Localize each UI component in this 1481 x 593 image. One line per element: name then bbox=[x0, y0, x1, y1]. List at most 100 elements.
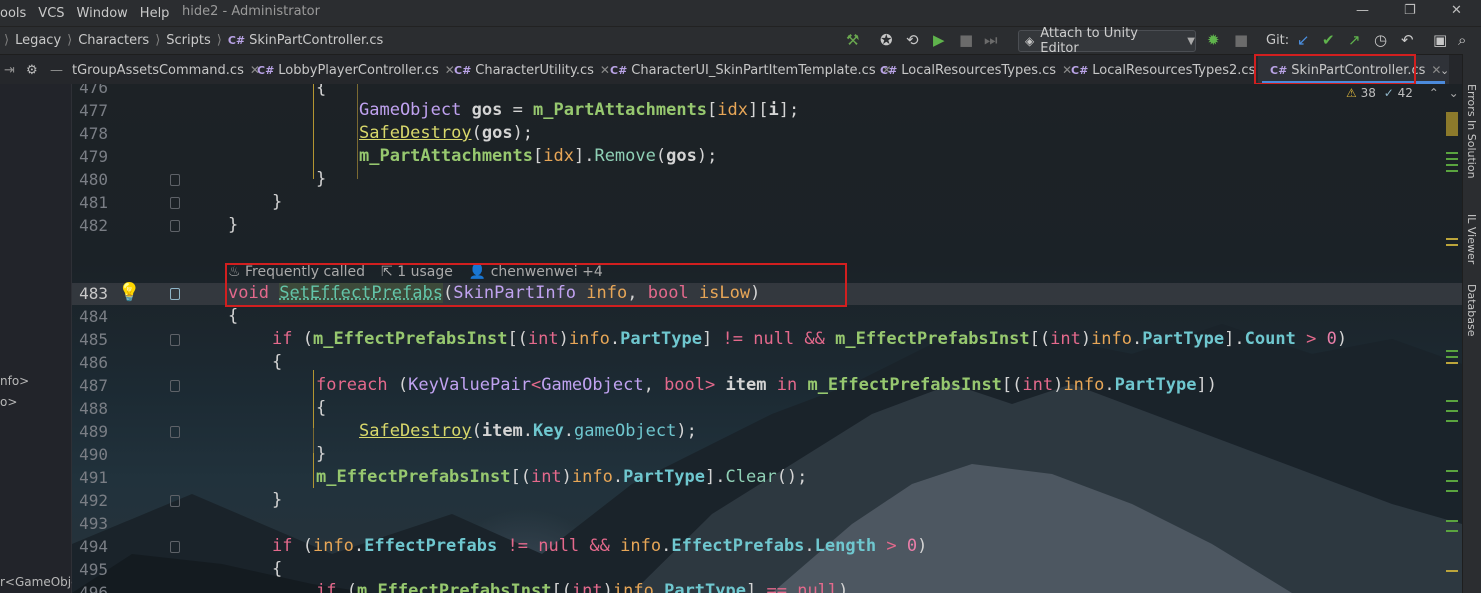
git-update-icon[interactable]: ↙ bbox=[1297, 31, 1310, 49]
weak-warning-icon: ✓ bbox=[1383, 86, 1394, 100]
close-tab-icon[interactable]: ✕ bbox=[600, 63, 610, 77]
scrollbar-marker[interactable] bbox=[1446, 420, 1458, 422]
scrollbar-marker[interactable] bbox=[1446, 170, 1458, 172]
breadcrumb-characters[interactable]: Characters bbox=[78, 33, 149, 48]
git-history-icon[interactable]: ◷ bbox=[1374, 31, 1387, 49]
layout-icon[interactable]: ▣ bbox=[1433, 31, 1447, 49]
scrollbar-marker[interactable] bbox=[1446, 158, 1458, 160]
code-line-477: GameObject gos = m_PartAttachments[idx][… bbox=[359, 100, 800, 120]
fold-marker-icon[interactable] bbox=[170, 197, 180, 209]
bug-icon[interactable]: ✹ bbox=[1207, 31, 1220, 49]
menu-tools[interactable]: ools bbox=[0, 6, 26, 21]
scrollbar-marker[interactable] bbox=[1446, 164, 1458, 166]
indent-guide bbox=[313, 84, 314, 179]
tab-local-resources-types[interactable]: C# LocalResourcesTypes.cs ✕ bbox=[880, 55, 1072, 85]
tab-character-utility[interactable]: C# CharacterUtility.cs ✕ bbox=[454, 55, 610, 85]
chevron-up-icon[interactable]: ⌃ bbox=[1429, 86, 1439, 100]
fold-marker-icon[interactable] bbox=[170, 288, 180, 300]
run-icon[interactable]: ▶ bbox=[933, 31, 945, 49]
build-hammer-icon[interactable]: ⚒ bbox=[846, 31, 859, 49]
search-icon[interactable]: ⌕ bbox=[1458, 31, 1466, 49]
breadcrumb-legacy[interactable]: Legacy bbox=[15, 33, 61, 48]
line-number: 492 bbox=[79, 491, 108, 510]
close-button[interactable]: ✕ bbox=[1451, 3, 1462, 18]
fold-marker-icon[interactable] bbox=[170, 220, 180, 232]
csharp-file-icon: C# bbox=[454, 63, 472, 77]
breadcrumb-separator-icon: ⟩ bbox=[155, 33, 161, 48]
tab-label: LobbyPlayerController.cs bbox=[278, 62, 439, 78]
tab-character-ui-skin-part[interactable]: C# CharacterUI_SkinPartItemTemplate.cs ✕ bbox=[610, 55, 892, 85]
tab-label: LocalResourcesTypes2.cs bbox=[1092, 62, 1256, 78]
tool-database[interactable]: Database bbox=[1465, 284, 1478, 337]
step-icon[interactable]: ⏭ bbox=[984, 31, 998, 49]
menu-vcs[interactable]: VCS bbox=[38, 6, 64, 21]
refresh-icon[interactable]: ⟲ bbox=[906, 31, 919, 49]
menu-window[interactable]: Window bbox=[77, 6, 128, 21]
fold-marker-icon[interactable] bbox=[170, 334, 180, 346]
left-panel-item[interactable]: nfo> bbox=[0, 374, 29, 388]
git-rollback-icon[interactable]: ↶ bbox=[1401, 31, 1414, 49]
tab-group-assets-command[interactable]: tGroupAssetsCommand.cs ✕ bbox=[72, 55, 260, 85]
chevron-down-icon[interactable]: ⌄ bbox=[1449, 86, 1459, 100]
code-line-485: if (m_EffectPrefabsInst[(int)info.PartTy… bbox=[272, 329, 1348, 349]
lightbulb-icon[interactable]: 💡 bbox=[118, 282, 140, 303]
tool-errors-in-solution[interactable]: Errors In Solution bbox=[1465, 84, 1478, 179]
scrollbar-marker[interactable] bbox=[1446, 520, 1458, 522]
fold-marker-icon[interactable] bbox=[170, 426, 180, 438]
menu-bar: ools VCS Window Help hide2 - Administrat… bbox=[0, 0, 1481, 26]
line-number: 493 bbox=[79, 514, 108, 533]
attach-to-unity-dropdown[interactable]: ◈ Attach to Unity Editor ▼ bbox=[1018, 26, 1196, 56]
scrollbar-marker[interactable] bbox=[1446, 356, 1458, 358]
fold-marker-icon[interactable] bbox=[170, 380, 180, 392]
left-panel-item[interactable]: r<GameObje bbox=[0, 575, 79, 589]
stop-icon[interactable]: ■ bbox=[959, 31, 973, 49]
breadcrumb-scripts[interactable]: Scripts bbox=[166, 33, 210, 48]
breadcrumb-file[interactable]: SkinPartController.cs bbox=[249, 33, 383, 48]
tab-label: tGroupAssetsCommand.cs bbox=[72, 62, 244, 78]
tab-local-resources-types2[interactable]: C#LocalResourcesTypes2.cs✕ bbox=[1071, 55, 1271, 85]
left-tool-panel: nfo> o> r<GameObje bbox=[0, 84, 79, 593]
code-line-494: if (info.EffectPrefabs != null && info.E… bbox=[272, 536, 928, 556]
code-editor[interactable]: 476 477 478 479 480 481 482 483 484 485 … bbox=[72, 84, 1462, 593]
scrollbar-marker[interactable] bbox=[1446, 490, 1458, 492]
scrollbar-marker[interactable] bbox=[1446, 410, 1458, 412]
weak-warning-count: 42 bbox=[1397, 86, 1413, 100]
settings-gear-icon[interactable]: ⚙ bbox=[26, 55, 38, 85]
maximize-button[interactable]: ❐ bbox=[1404, 3, 1416, 18]
scrollbar-marker[interactable] bbox=[1446, 570, 1458, 572]
split-icon[interactable]: ⇥ bbox=[4, 55, 15, 85]
scrollbar-marker[interactable] bbox=[1446, 470, 1458, 472]
scrollbar-marker[interactable] bbox=[1446, 244, 1458, 246]
line-number: 480 bbox=[79, 170, 108, 189]
unity-icon: ◈ bbox=[1025, 34, 1035, 48]
scrollbar-marker[interactable] bbox=[1446, 238, 1458, 240]
left-panel-item[interactable]: o> bbox=[0, 395, 17, 409]
fold-marker-icon[interactable] bbox=[170, 174, 180, 186]
git-commit-icon[interactable]: ✔ bbox=[1322, 31, 1335, 49]
minus-icon[interactable]: — bbox=[50, 55, 63, 85]
minimize-button[interactable]: — bbox=[1356, 3, 1369, 18]
menu-help[interactable]: Help bbox=[140, 6, 170, 21]
line-number: 483 bbox=[79, 284, 108, 303]
inspection-widget[interactable]: ⚠ 38 ✓ 42 ⌃ ⌄ bbox=[1346, 86, 1459, 100]
line-number: 487 bbox=[79, 376, 108, 395]
line-number: 484 bbox=[79, 307, 108, 326]
stop-debug-icon[interactable]: ■ bbox=[1234, 31, 1248, 49]
line-number: 494 bbox=[79, 537, 108, 556]
line-number: 482 bbox=[79, 216, 108, 235]
scrollbar-marker[interactable] bbox=[1446, 112, 1458, 136]
git-push-icon[interactable]: ↗ bbox=[1348, 31, 1361, 49]
scrollbar-marker[interactable] bbox=[1446, 362, 1458, 364]
tool-il-viewer[interactable]: IL Viewer bbox=[1465, 214, 1478, 264]
scrollbar-marker[interactable] bbox=[1446, 400, 1458, 402]
scrollbar-marker[interactable] bbox=[1446, 350, 1458, 352]
line-number: 491 bbox=[79, 468, 108, 487]
unity-debug-icon[interactable]: ✪ bbox=[880, 31, 893, 49]
fold-marker-icon[interactable] bbox=[170, 495, 180, 507]
scrollbar-marker[interactable] bbox=[1446, 152, 1458, 154]
fold-marker-icon[interactable] bbox=[170, 541, 180, 553]
scrollbar-marker[interactable] bbox=[1446, 480, 1458, 482]
tab-list-chevron-icon[interactable]: ⌄ bbox=[1440, 55, 1449, 85]
scrollbar-marker[interactable] bbox=[1446, 530, 1458, 532]
tab-lobby-player-controller[interactable]: C# LobbyPlayerController.cs ✕ bbox=[257, 55, 455, 85]
